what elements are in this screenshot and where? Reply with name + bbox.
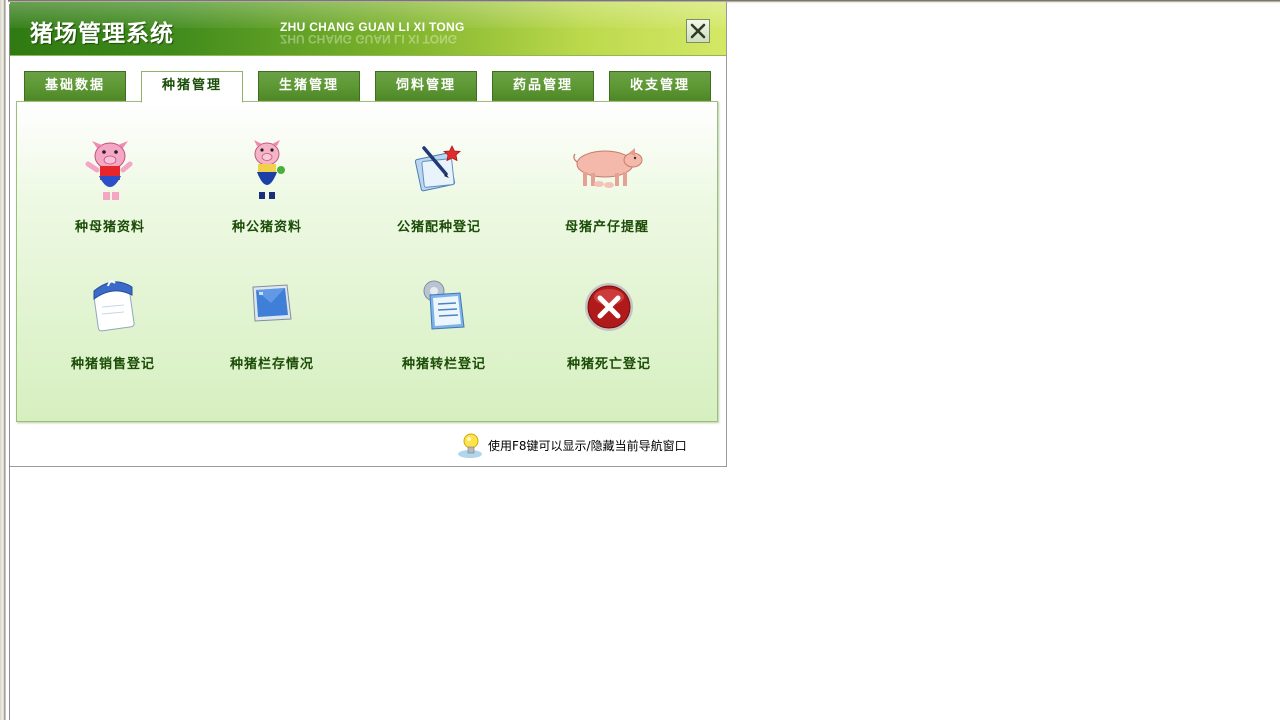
item-boar-mating-register[interactable]: 公猪配种登记 (369, 140, 509, 235)
tab-finance[interactable]: 收支管理 (609, 71, 711, 101)
calendar-note-icon (93, 280, 135, 332)
app-title: 猪场管理系统 (30, 21, 174, 47)
hint-text: 使用F8键可以显示/隐藏当前导航窗口 (488, 438, 687, 453)
item-sow-records[interactable]: 种母猪资料 (40, 140, 180, 235)
navigator-header: 猪场管理系统 ZHU CHANG GUAN LI XI TONG ZHU CHA… (10, 2, 726, 56)
sow-piglets-icon (573, 148, 643, 188)
tab-basic-data[interactable]: 基础数据 (24, 71, 126, 101)
close-button[interactable] (686, 19, 710, 43)
item-label: 种猪销售登记 (70, 357, 155, 372)
item-label: 种公猪资料 (231, 220, 302, 235)
navigator-window: 猪场管理系统 ZHU CHANG GUAN LI XI TONG ZHU CHA… (10, 2, 727, 467)
item-breeding-pig-transfer[interactable]: 种猪转栏登记 (374, 277, 514, 372)
red-x-icon (585, 283, 633, 331)
boar-cartoon-icon (254, 140, 285, 199)
item-breeding-pig-death[interactable]: 种猪死亡登记 (539, 277, 679, 372)
item-label: 种母猪资料 (74, 220, 145, 235)
item-label: 种猪栏存情况 (229, 357, 314, 372)
monitor-icon (252, 284, 292, 322)
close-icon (690, 23, 706, 39)
edit-document-icon (414, 145, 461, 192)
item-boar-records[interactable]: 种公猪资料 (197, 140, 337, 235)
item-label: 公猪配种登记 (396, 220, 481, 235)
window-left-border (0, 0, 8, 720)
item-label: 种猪转栏登记 (401, 357, 486, 372)
tab-medicine[interactable]: 药品管理 (492, 71, 594, 101)
category-tabs: 基础数据 种猪管理 生猪管理 饲料管理 药品管理 收支管理 (24, 71, 714, 103)
item-label: 母猪产仔提醒 (564, 220, 649, 235)
tab-breeding-pig[interactable]: 种猪管理 (141, 71, 243, 103)
clipboard-gear-icon (423, 280, 465, 330)
tab-live-pig[interactable]: 生猪管理 (258, 71, 360, 101)
item-breeding-pig-sales[interactable]: 种猪销售登记 (43, 277, 183, 372)
function-panel: 种母猪资料 种公猪资料 公猪配种登记 母猪产仔提醒 种猪销售登记 种猪栏存情况 … (16, 101, 718, 422)
item-sow-farrowing-reminder[interactable]: 母猪产仔提醒 (537, 140, 677, 235)
tab-feed[interactable]: 饲料管理 (375, 71, 477, 101)
sow-cartoon-icon (85, 141, 133, 200)
item-label: 种猪死亡登记 (566, 357, 651, 372)
app-subtitle-reflection: ZHU CHANG GUAN LI XI TONG (280, 32, 458, 46)
lightbulb-icon (458, 433, 482, 458)
f8-hint: 使用F8键可以显示/隐藏当前导航窗口 (456, 430, 687, 460)
item-breeding-pig-stock[interactable]: 种猪栏存情况 (202, 277, 342, 372)
